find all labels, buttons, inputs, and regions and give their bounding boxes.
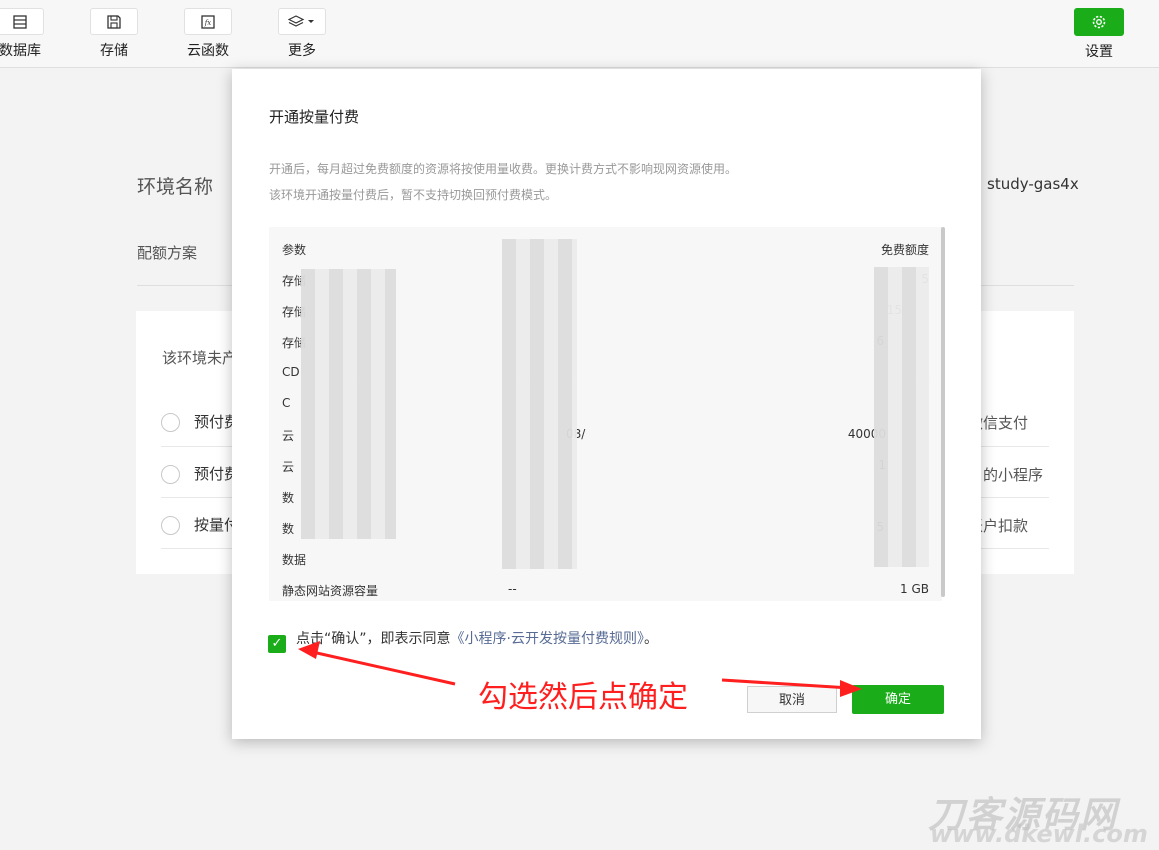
arrow-head-icon xyxy=(840,680,862,697)
watermark-url: www.dkewl.com xyxy=(930,820,1148,848)
arrow-head-icon xyxy=(298,641,320,659)
annotation-text: 勾选然后点确定 xyxy=(478,680,688,715)
arrow-to-checkbox xyxy=(307,649,456,686)
arrow-to-confirm xyxy=(721,678,851,690)
annotation-arrows xyxy=(298,641,862,697)
